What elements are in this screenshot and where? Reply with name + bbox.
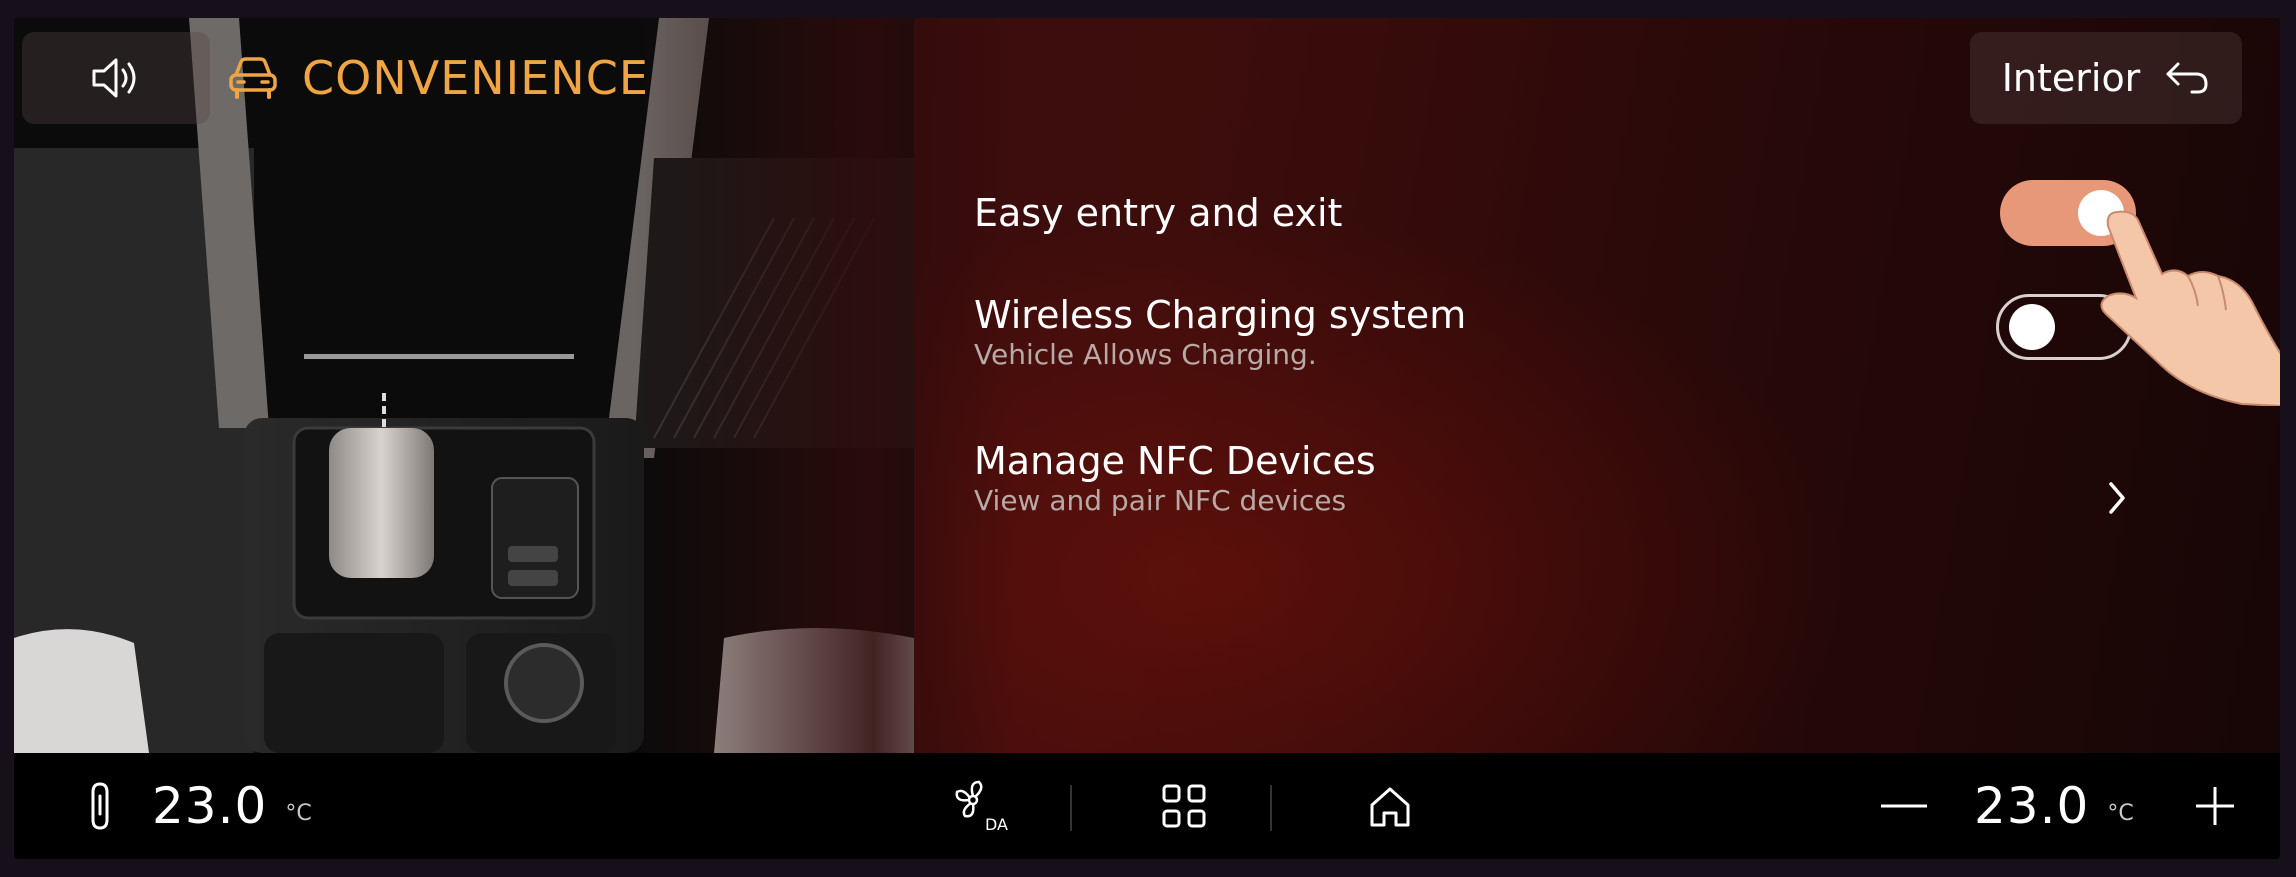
pointing-hand-icon (2100, 210, 2280, 406)
page-title: CONVENIENCE (302, 51, 649, 105)
speaker-icon (92, 58, 136, 98)
setting-easy-entry: Easy entry and exit (974, 190, 1342, 236)
climate-bar: 23.0 °C DA 23.0 °C (14, 753, 2280, 859)
apps-grid-icon (1162, 784, 1206, 828)
interior-back-button[interactable]: Interior (1970, 32, 2242, 124)
svg-text:DA: DA (985, 815, 1008, 834)
driver-temperature[interactable]: 23.0 °C (152, 753, 312, 859)
seat-heat-icon (91, 782, 109, 830)
interior-illustration (14, 18, 914, 753)
passenger-temperature[interactable]: 23.0 °C (1974, 753, 2134, 859)
main-area: CONVENIENCE Interior Easy entry and exit… (14, 18, 2280, 753)
setting-title: Easy entry and exit (974, 191, 1343, 235)
page-header: CONVENIENCE (226, 48, 649, 108)
car-icon (229, 57, 277, 99)
passenger-temp-unit: °C (2107, 800, 2134, 826)
home-button[interactable] (1360, 753, 1420, 859)
driver-temp-unit: °C (285, 800, 312, 826)
temp-increase-button[interactable] (2190, 753, 2240, 859)
setting-wireless-charging: Wireless Charging system Vehicle Allows … (974, 292, 1466, 372)
temp-decrease-button[interactable] (1874, 753, 1934, 859)
seat-heat-button[interactable] (72, 753, 128, 859)
toggle-knob (2009, 304, 2055, 350)
passenger-temp-value: 23.0 (1974, 777, 2090, 835)
minus-icon (1881, 804, 1927, 808)
driver-temp-value: 23.0 (152, 777, 268, 835)
fan-auto-button[interactable]: DA (944, 753, 1014, 859)
chevron-right-icon[interactable] (2104, 478, 2130, 518)
home-icon (1370, 787, 1410, 827)
interior-back-label: Interior (2001, 56, 2141, 100)
setting-title: Manage NFC Devices (974, 439, 1376, 483)
setting-title: Wireless Charging system (974, 293, 1467, 337)
setting-manage-nfc[interactable]: Manage NFC Devices View and pair NFC dev… (974, 438, 1376, 518)
divider (1270, 785, 1272, 831)
setting-subtitle: View and pair NFC devices (974, 484, 1347, 517)
back-arrow-icon (2166, 62, 2208, 94)
setting-subtitle: Vehicle Allows Charging. (974, 338, 1317, 371)
plus-icon (2196, 787, 2234, 825)
sound-button[interactable] (22, 32, 210, 124)
divider (1070, 785, 1072, 831)
fan-auto-icon: DA (955, 780, 1008, 834)
screen: CONVENIENCE Interior Easy entry and exit… (14, 18, 2280, 859)
apps-button[interactable] (1154, 753, 1214, 859)
